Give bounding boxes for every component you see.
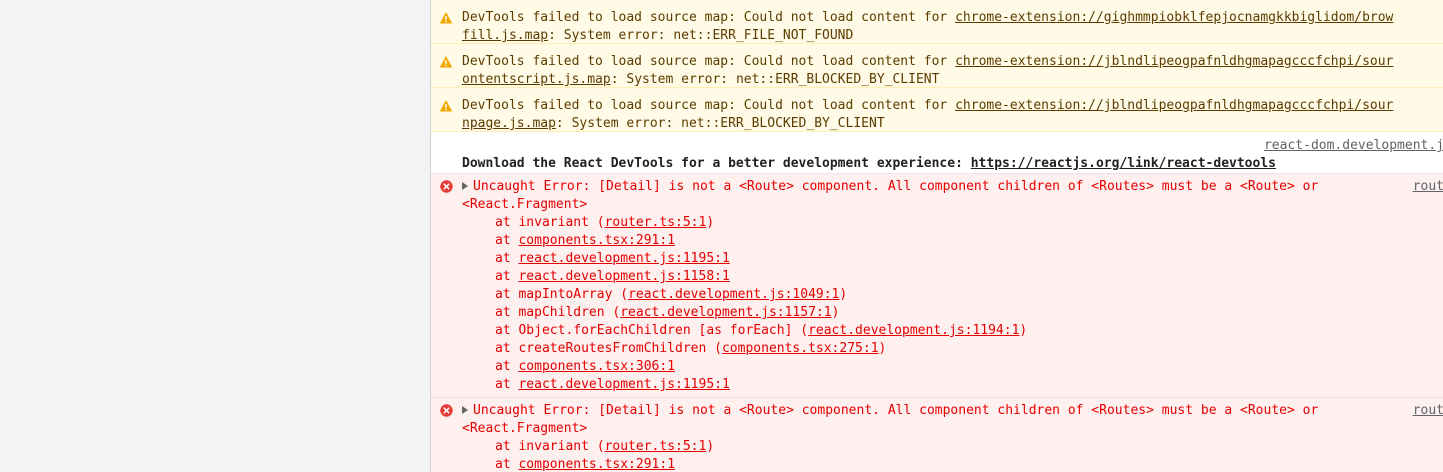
- console-warning-message: DevTools failed to load source map: Coul…: [431, 88, 1443, 132]
- stack-frame-text: at: [495, 359, 519, 374]
- warning-error-text: : System error: net::ERR_FILE_NOT_FOUND: [548, 28, 854, 43]
- error-message-line-2: <React.Fragment>: [462, 196, 1443, 214]
- warning-line-2: ontentscript.js.map: System error: net::…: [462, 71, 1443, 89]
- warning-error-text: : System error: net::ERR_BLOCKED_BY_CLIE…: [555, 116, 885, 131]
- stack-frame-close: ): [706, 215, 715, 230]
- stack-frame-close: ): [706, 439, 715, 454]
- info-text: Download the React DevTools for a better…: [462, 156, 971, 171]
- warning-icon: [439, 100, 453, 112]
- stack-frame: at Object.forEachChildren [as forEach] (…: [462, 322, 1443, 340]
- info-source-line: react-dom.development.j: [462, 137, 1443, 155]
- stack-frame: at components.tsx:291:1: [462, 456, 1443, 472]
- source-map-url-link-cont[interactable]: ontentscript.js.map: [462, 72, 611, 87]
- source-map-url-link-cont[interactable]: fill.js.map: [462, 28, 548, 43]
- warning-line-1: DevTools failed to load source map: Coul…: [462, 97, 1443, 115]
- error-icon: [440, 180, 453, 193]
- source-location-link[interactable]: react-dom.development.j: [1264, 137, 1443, 155]
- stack-frame-text: at: [495, 251, 519, 266]
- stack-frame-text: at invariant (: [495, 215, 605, 230]
- stack-frame: at invariant (router.ts:5:1): [462, 214, 1443, 232]
- stack-frame-link[interactable]: react.development.js:1049:1: [628, 287, 839, 302]
- warning-text: DevTools failed to load source map: Coul…: [462, 10, 956, 25]
- stack-frame: at components.tsx:306:1: [462, 358, 1443, 376]
- console-error-message: rout Uncaught Error: [Detail] is not a <…: [431, 174, 1443, 398]
- error-source-link[interactable]: rout: [1413, 402, 1443, 420]
- warning-icon: [439, 12, 453, 24]
- stack-frame-link[interactable]: components.tsx:291:1: [518, 457, 675, 472]
- stack-frame-link[interactable]: components.tsx:306:1: [518, 359, 675, 374]
- warning-line-2: npage.js.map: System error: net::ERR_BLO…: [462, 115, 1443, 133]
- stack-frame-text: at Object.forEachChildren [as forEach] (: [495, 323, 809, 338]
- source-map-url-link[interactable]: chrome-extension://gighmmpiobklfepjocnam…: [955, 10, 1393, 25]
- console-warning-message: DevTools failed to load source map: Coul…: [431, 0, 1443, 44]
- stack-frame-link[interactable]: router.ts:5:1: [605, 215, 707, 230]
- error-message-text: Uncaught Error: [Detail] is not a <Route…: [473, 403, 1319, 418]
- stack-frame-link[interactable]: router.ts:5:1: [605, 439, 707, 454]
- source-map-url-link[interactable]: chrome-extension://jblndlipeogpafnldhgma…: [955, 54, 1393, 69]
- stack-frame-link[interactable]: components.tsx:275:1: [722, 341, 879, 356]
- stack-frame-close: ): [839, 287, 848, 302]
- console-warning-message: DevTools failed to load source map: Coul…: [431, 44, 1443, 88]
- stack-frame-text: at mapChildren (: [495, 305, 621, 320]
- react-devtools-link[interactable]: https://reactjs.org/link/react-devtools: [971, 156, 1276, 171]
- stack-frame-link[interactable]: react.development.js:1195:1: [518, 377, 729, 392]
- error-icon: [440, 404, 453, 417]
- console-info-message: react-dom.development.j Download the Rea…: [431, 132, 1443, 174]
- info-text-line: Download the React DevTools for a better…: [462, 155, 1443, 173]
- expand-triangle-icon[interactable]: [462, 406, 468, 414]
- stack-frame-close: ): [1019, 323, 1028, 338]
- stack-frame: at mapChildren (react.development.js:115…: [462, 304, 1443, 322]
- stack-frame-text: at createRoutesFromChildren (: [495, 341, 722, 356]
- error-message-line-2: <React.Fragment>: [462, 420, 1443, 438]
- source-map-url-link-cont[interactable]: npage.js.map: [462, 116, 556, 131]
- source-map-url-link[interactable]: chrome-extension://jblndlipeogpafnldhgma…: [955, 98, 1393, 113]
- error-message-text: Uncaught Error: [Detail] is not a <Route…: [473, 179, 1319, 194]
- stack-frame-text: at: [495, 269, 519, 284]
- stack-frame: at createRoutesFromChildren (components.…: [462, 340, 1443, 358]
- stack-frame-text: at invariant (: [495, 439, 605, 454]
- stack-frame-link[interactable]: components.tsx:291:1: [518, 233, 675, 248]
- stack-frame-text: at: [495, 457, 519, 472]
- stack-frame: at react.development.js:1195:1: [462, 376, 1443, 394]
- stack-frame-text: at: [495, 377, 519, 392]
- warning-text: DevTools failed to load source map: Coul…: [462, 54, 956, 69]
- stack-frame-text: at mapIntoArray (: [495, 287, 629, 302]
- warning-text: DevTools failed to load source map: Coul…: [462, 98, 956, 113]
- error-message-line[interactable]: Uncaught Error: [Detail] is not a <Route…: [462, 178, 1443, 196]
- error-source-link[interactable]: rout: [1413, 178, 1443, 196]
- left-pane: [0, 0, 430, 472]
- warning-icon: [439, 56, 453, 68]
- warning-error-text: : System error: net::ERR_BLOCKED_BY_CLIE…: [610, 72, 940, 87]
- error-message-text-cont: <React.Fragment>: [462, 197, 588, 212]
- stack-frame-text: at: [495, 233, 519, 248]
- stack-frame-close: ): [878, 341, 887, 356]
- warning-line-2: fill.js.map: System error: net::ERR_FILE…: [462, 27, 1443, 45]
- stack-frame-link[interactable]: react.development.js:1195:1: [518, 251, 729, 266]
- stack-frame: at react.development.js:1158:1: [462, 268, 1443, 286]
- stack-frame-link[interactable]: react.development.js:1158:1: [518, 269, 729, 284]
- stack-frame: at mapIntoArray (react.development.js:10…: [462, 286, 1443, 304]
- error-message-text-cont: <React.Fragment>: [462, 421, 588, 436]
- stack-frame-close: ): [831, 305, 840, 320]
- stack-frame-link[interactable]: react.development.js:1157:1: [620, 305, 831, 320]
- stack-frame-link[interactable]: react.development.js:1194:1: [808, 323, 1019, 338]
- warning-line-1: DevTools failed to load source map: Coul…: [462, 53, 1443, 71]
- stack-frame: at components.tsx:291:1: [462, 232, 1443, 250]
- warning-line-1: DevTools failed to load source map: Coul…: [462, 9, 1443, 27]
- error-message-line[interactable]: Uncaught Error: [Detail] is not a <Route…: [462, 402, 1443, 420]
- console-error-message: rout Uncaught Error: [Detail] is not a <…: [431, 398, 1443, 472]
- console-panel[interactable]: DevTools failed to load source map: Coul…: [430, 0, 1443, 472]
- stack-frame: at react.development.js:1195:1: [462, 250, 1443, 268]
- stack-frame: at invariant (router.ts:5:1): [462, 438, 1443, 456]
- expand-triangle-icon[interactable]: [462, 182, 468, 190]
